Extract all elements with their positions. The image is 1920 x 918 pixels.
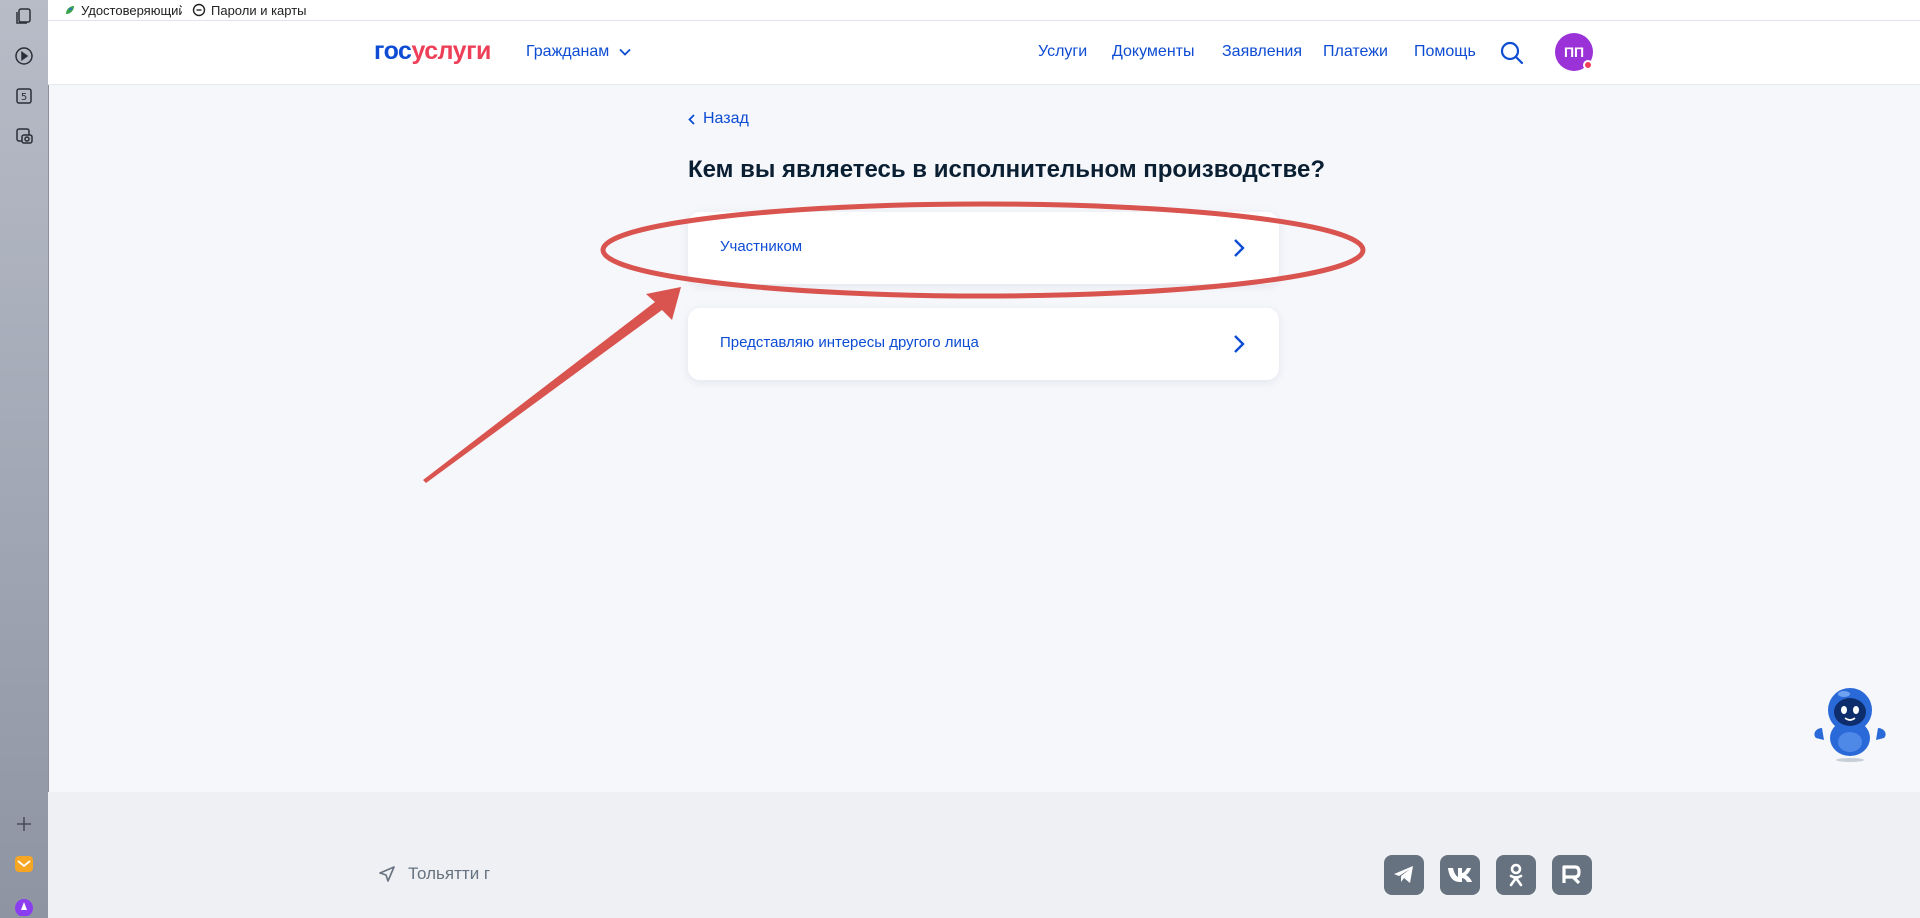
vk-icon[interactable]	[1440, 855, 1480, 895]
bookmark-item[interactable]: Пароли и карты	[192, 3, 307, 18]
browser-sidebar: 5	[0, 0, 49, 918]
avatar[interactable]: ПП	[1555, 33, 1593, 71]
assistant-robot[interactable]	[1808, 680, 1892, 764]
location[interactable]: Тольятти г	[378, 864, 490, 884]
gosuslugi-logo[interactable]: госуслуги	[374, 37, 491, 66]
option-representative[interactable]: Представляю интересы другого лица	[688, 308, 1279, 380]
bookmark-item[interactable]: Удостоверяющий	[64, 3, 182, 18]
nav-help[interactable]: Помощь	[1414, 43, 1476, 61]
rutube-icon[interactable]	[1552, 855, 1592, 895]
annotation-arrow	[423, 287, 681, 483]
page-title: Кем вы являетесь в исполнительном произв…	[688, 156, 1325, 183]
bookmarks-bar: Удостоверяющий Пароли и карты	[48, 0, 1920, 21]
odnoklassniki-icon[interactable]	[1496, 855, 1536, 895]
leaf-icon	[64, 3, 76, 17]
chevron-right-icon	[1234, 239, 1245, 257]
video-icon[interactable]	[12, 44, 36, 68]
annotation-overlay	[423, 201, 1366, 483]
calendar-icon[interactable]: 5	[12, 84, 36, 108]
svg-text:5: 5	[21, 92, 27, 103]
alice-icon[interactable]	[12, 894, 36, 918]
site-header: госуслуги Гражданам Услуги Документы Зая…	[48, 21, 1920, 85]
mail-icon[interactable]	[12, 852, 36, 876]
tabs-icon[interactable]	[12, 4, 36, 28]
location-arrow-icon	[379, 866, 395, 882]
key-icon	[192, 3, 206, 17]
site-footer: Тольятти г	[48, 792, 1920, 918]
screenshot-icon[interactable]	[12, 124, 36, 148]
nav-applications[interactable]: Заявления	[1222, 43, 1302, 61]
option-participant[interactable]: Участником	[688, 212, 1279, 284]
nav-documents[interactable]: Документы	[1112, 43, 1194, 61]
notification-dot	[1583, 60, 1593, 70]
search-icon[interactable]	[1499, 40, 1525, 66]
add-icon[interactable]	[12, 812, 36, 836]
chevron-down-icon	[619, 48, 631, 56]
nav-payments[interactable]: Платежи	[1323, 43, 1388, 61]
chevron-right-icon	[1234, 335, 1245, 353]
audience-menu[interactable]: Гражданам	[526, 43, 631, 61]
telegram-icon[interactable]	[1384, 855, 1424, 895]
chevron-left-icon	[688, 113, 695, 125]
back-link[interactable]: Назад	[688, 110, 749, 128]
nav-services[interactable]: Услуги	[1038, 43, 1087, 61]
